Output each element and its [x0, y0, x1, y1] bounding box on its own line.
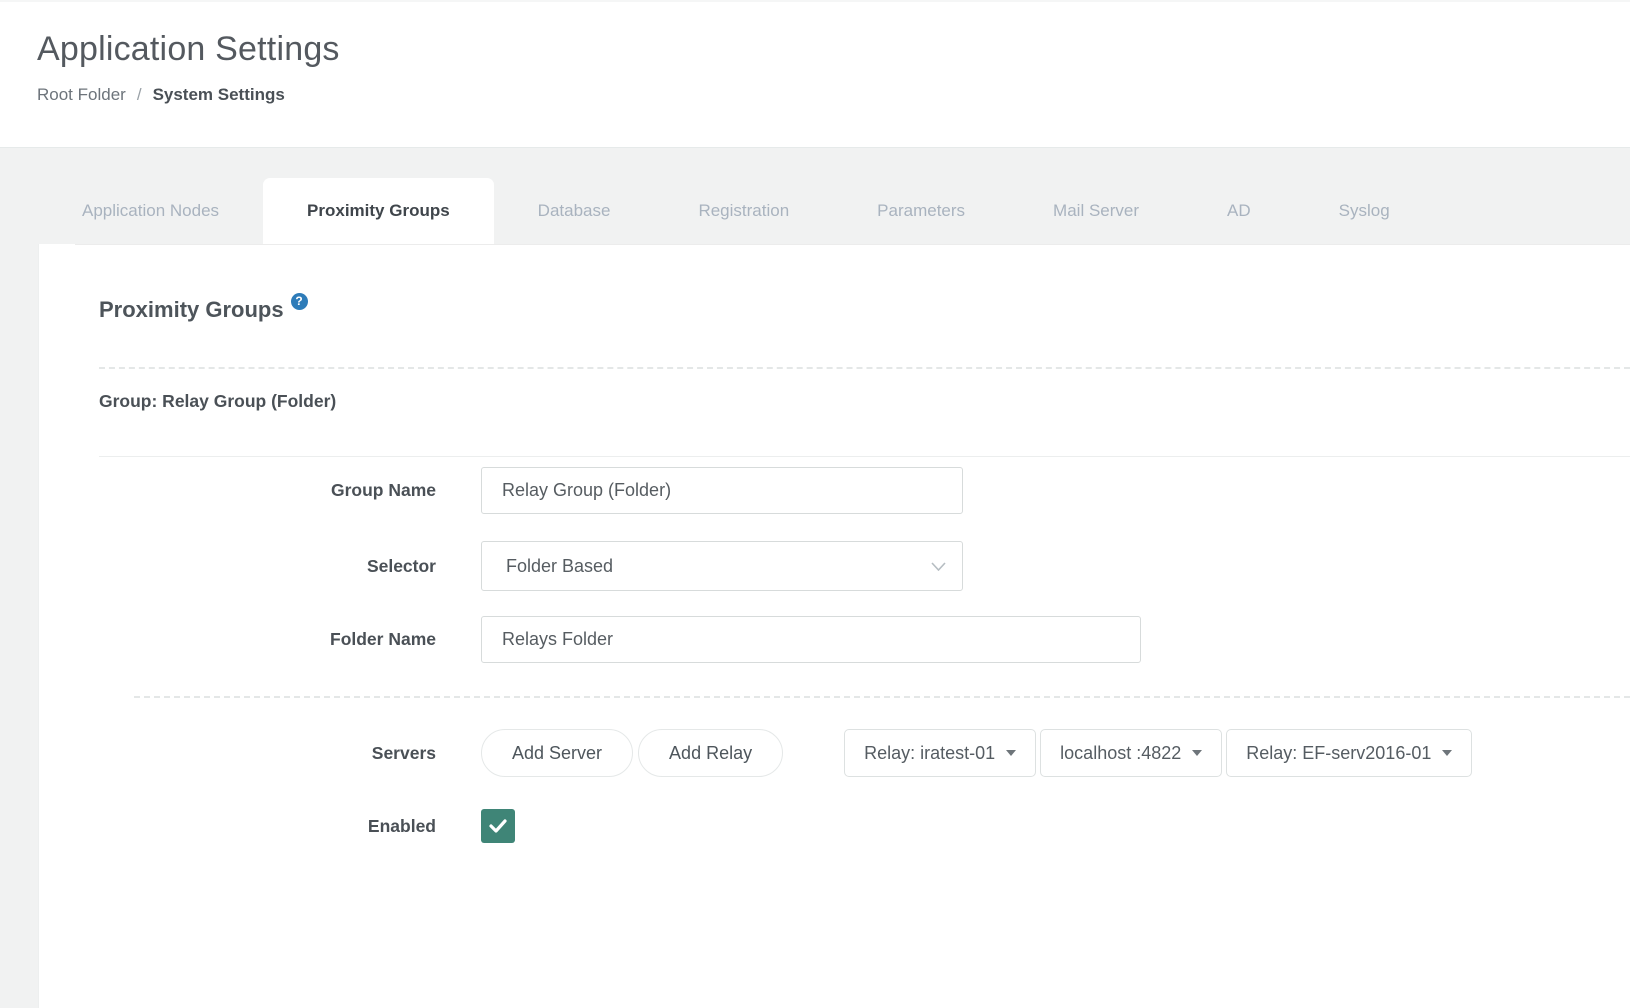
group-name-label: Group Name — [39, 480, 436, 501]
solid-divider — [99, 456, 1630, 457]
breadcrumb: Root Folder / System Settings — [37, 85, 1630, 105]
selector-select[interactable]: Folder Based — [481, 541, 963, 591]
page-title: Application Settings — [37, 30, 1630, 69]
page-header: Application Settings Root Folder / Syste… — [0, 0, 1630, 148]
tab-parameters[interactable]: Parameters — [833, 178, 1009, 244]
server-dropdown-label: localhost :4822 — [1060, 743, 1181, 764]
dashed-divider-2 — [134, 696, 1630, 698]
check-icon — [489, 819, 507, 833]
folder-name-input[interactable] — [481, 616, 1141, 663]
breadcrumb-separator: / — [137, 85, 142, 105]
servers-label: Servers — [39, 743, 436, 764]
enabled-label: Enabled — [39, 816, 436, 837]
tab-mail-server[interactable]: Mail Server — [1009, 178, 1183, 244]
tabs: Application NodesProximity GroupsDatabas… — [38, 148, 1630, 244]
caret-down-icon — [1442, 750, 1452, 756]
section-title-text: Proximity Groups — [99, 297, 284, 322]
enabled-row: Enabled — [39, 809, 1630, 843]
section-title: Proximity Groups? — [99, 297, 1630, 323]
tab-syslog[interactable]: Syslog — [1295, 178, 1434, 244]
group-name-row: Group Name — [39, 467, 1630, 514]
tab-registration[interactable]: Registration — [654, 178, 833, 244]
servers-row: Servers Add Server Add Relay Relay: irat… — [39, 729, 1630, 777]
tab-proximity-groups[interactable]: Proximity Groups — [263, 178, 494, 244]
group-name-input[interactable] — [481, 467, 963, 514]
add-relay-button[interactable]: Add Relay — [638, 729, 783, 777]
tab-application-nodes[interactable]: Application Nodes — [38, 178, 263, 244]
tab-ad[interactable]: AD — [1183, 178, 1295, 244]
breadcrumb-current: System Settings — [153, 85, 285, 105]
enabled-checkbox[interactable] — [481, 809, 515, 843]
help-icon[interactable]: ? — [291, 293, 308, 310]
selector-label: Selector — [39, 556, 436, 577]
server-dropdowns: Relay: iratest-01 localhost :4822 Relay: E… — [844, 729, 1476, 777]
chevron-down-icon — [931, 562, 946, 571]
add-server-button[interactable]: Add Server — [481, 729, 633, 777]
server-dropdown[interactable]: localhost :4822 — [1040, 729, 1222, 777]
panel-top-divider — [75, 244, 1630, 245]
selector-row: Selector Folder Based — [39, 541, 1630, 591]
folder-name-label: Folder Name — [39, 629, 436, 650]
server-dropdown[interactable]: Relay: iratest-01 — [844, 729, 1036, 777]
server-dropdown-label: Relay: EF-serv2016-01 — [1246, 743, 1431, 764]
main-area: Application NodesProximity GroupsDatabas… — [0, 148, 1630, 1008]
group-heading: Group: Relay Group (Folder) — [99, 391, 1630, 412]
caret-down-icon — [1192, 750, 1202, 756]
server-dropdown[interactable]: Relay: EF-serv2016-01 — [1226, 729, 1472, 777]
selector-selected-value: Folder Based — [506, 556, 613, 577]
caret-down-icon — [1006, 750, 1016, 756]
tab-database[interactable]: Database — [494, 178, 655, 244]
server-dropdown-label: Relay: iratest-01 — [864, 743, 995, 764]
folder-name-row: Folder Name — [39, 616, 1630, 663]
content-panel: Proximity Groups? Group: Relay Group (Fo… — [38, 244, 1630, 1008]
dashed-divider — [99, 367, 1630, 369]
breadcrumb-root[interactable]: Root Folder — [37, 85, 126, 105]
